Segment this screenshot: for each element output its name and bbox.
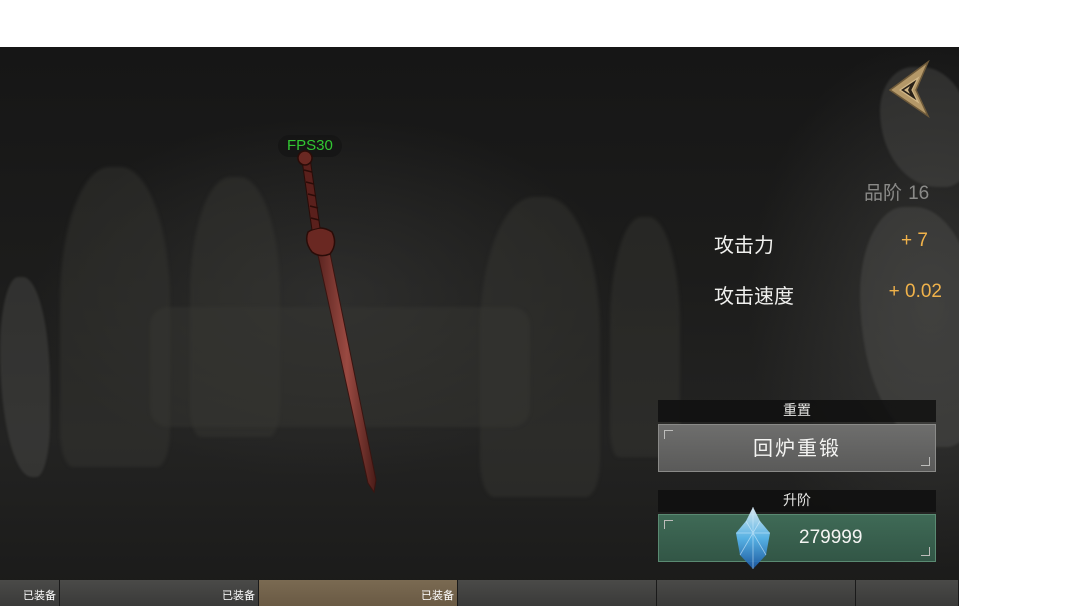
winged-emblem-icon[interactable]: [886, 60, 934, 118]
upgrade-cost: 279999: [799, 527, 863, 548]
equipment-slot[interactable]: [856, 580, 959, 606]
equipment-slot-selected[interactable]: 已装备: [259, 580, 458, 606]
equipment-slot[interactable]: 已装备: [60, 580, 259, 606]
grade-value: 16: [908, 183, 930, 204]
upgrade-button[interactable]: 279999: [658, 514, 936, 562]
equipped-tag: 已装备: [23, 589, 56, 602]
stat-label-attack: 攻击力: [714, 233, 774, 257]
stat-value-attack-speed: + 0.02: [888, 281, 942, 302]
equipped-tag: 已装备: [222, 589, 255, 602]
equipped-tag: 已装备: [421, 589, 454, 602]
reforge-button-label: 回炉重锻: [753, 436, 841, 460]
cave-rock: [0, 277, 50, 477]
reset-header: 重置: [658, 400, 936, 422]
reforge-button[interactable]: 回炉重锻: [658, 424, 936, 472]
grade-label: 品阶: [864, 182, 903, 204]
stat-label-attack-speed: 攻击速度: [714, 284, 794, 308]
stat-value-attack: + 7: [901, 230, 928, 251]
upgrade-header: 升阶: [658, 490, 936, 512]
blue-crystal-icon: [736, 507, 770, 569]
corner-decoration: [921, 547, 930, 556]
equipment-slot-bar: 已装备 已装备 已装备: [0, 580, 959, 606]
equipment-slot[interactable]: [657, 580, 856, 606]
corner-decoration: [664, 520, 673, 529]
sword-model: [297, 150, 377, 494]
equipment-slot[interactable]: [458, 580, 657, 606]
equipment-slot[interactable]: 已装备: [0, 580, 60, 606]
grade-display: 品阶 16: [864, 178, 929, 205]
